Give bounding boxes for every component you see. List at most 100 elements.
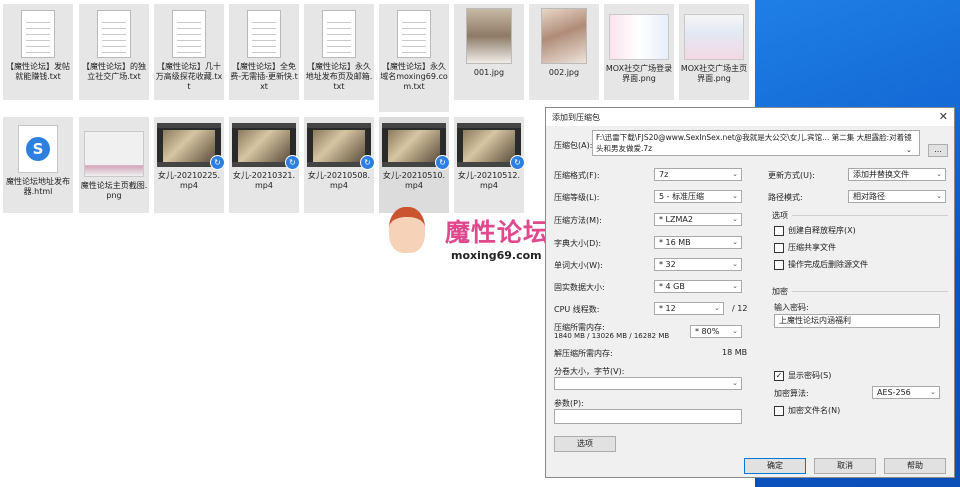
solid-select[interactable]: * 4 GB ⌄ xyxy=(654,280,742,293)
help-button[interactable]: 帮助 xyxy=(884,458,946,474)
html-file-icon: S xyxy=(18,125,58,173)
split-select[interactable]: ⌄ xyxy=(554,377,742,390)
update-select[interactable]: 添加并替换文件 ⌄ xyxy=(848,168,946,181)
file-tile[interactable]: MOX社交广场登录界面.png xyxy=(604,4,674,100)
file-label: 女儿-20210512.mp4 xyxy=(457,171,521,190)
text-file-icon xyxy=(97,10,131,58)
cpu-label: CPU 线程数: xyxy=(554,305,600,314)
file-label: 魔性论坛地址发布器.html xyxy=(6,177,70,196)
encrypt-method-select[interactable]: AES-256 ⌄ xyxy=(872,386,940,399)
text-file-icon xyxy=(247,10,281,58)
format-select[interactable]: 7z ⌄ xyxy=(654,168,742,181)
file-label: 【魔性论坛】发帖就能赚钱.txt xyxy=(6,62,70,81)
encrypt-method-label: 加密算法: xyxy=(774,389,809,398)
options-button[interactable]: 选项 xyxy=(554,436,616,452)
file-label: 女儿-20210225.mp4 xyxy=(157,171,221,190)
file-tile[interactable]: ↻ 女儿-20210508.mp4 xyxy=(304,117,375,213)
method-label: 压缩方法(M): xyxy=(554,216,602,225)
level-select[interactable]: 5 - 标准压缩 ⌄ xyxy=(654,190,742,203)
file-label: 【魔性论坛】全免费-无需插-更新快.txt xyxy=(230,62,298,91)
show-password-checkbox[interactable]: ✓ 显示密码(S) xyxy=(774,370,831,381)
browse-button[interactable]: ... xyxy=(928,144,948,157)
sfx-checkbox[interactable]: 创建自释放程序(X) xyxy=(774,225,856,236)
ok-button[interactable]: 确定 xyxy=(744,458,806,474)
file-tile[interactable]: 【魔性论坛】永久地址发布页及邮箱.txt xyxy=(304,4,374,100)
dict-select[interactable]: * 16 MB ⌄ xyxy=(654,236,742,249)
file-tile[interactable]: ↻ 女儿-20210321.mp4 xyxy=(229,117,300,213)
memory-select[interactable]: * 80% ⌄ xyxy=(690,325,742,338)
dialog-titlebar: 添加到压缩包 ✕ xyxy=(546,108,954,126)
close-icon[interactable]: ✕ xyxy=(939,110,948,123)
image-file-icon xyxy=(609,14,669,60)
cpu-select[interactable]: * 12 ⌄ xyxy=(654,302,724,315)
file-label: 001.jpg xyxy=(473,68,505,77)
dict-label: 字典大小(D): xyxy=(554,239,602,248)
mascot-icon xyxy=(389,207,425,253)
text-file-icon xyxy=(21,10,55,58)
file-label: 【魔性论坛】的独立社交广场.txt xyxy=(82,62,146,81)
image-file-icon xyxy=(684,14,744,60)
file-tile[interactable]: 【魔性论坛】全免费-无需插-更新快.txt xyxy=(229,4,299,100)
file-label: 【魔性论坛】几十万高级探花收藏.txt xyxy=(155,62,223,91)
pathmode-label: 路径模式: xyxy=(768,193,803,202)
file-label: 女儿-20210321.mp4 xyxy=(232,171,296,190)
chevron-down-icon[interactable]: ⌄ xyxy=(906,146,912,154)
file-tile[interactable]: ↻ 女儿-20210512.mp4 xyxy=(454,117,525,213)
format-label: 压缩格式(F): xyxy=(554,171,600,180)
image-file-icon xyxy=(466,8,512,64)
dialog-title: 添加到压缩包 xyxy=(552,113,600,122)
params-input[interactable] xyxy=(554,409,742,424)
archive-path-field[interactable]: F:\迅雷下载\FJS20@www.SexInSex.net@我就是大公交\女儿… xyxy=(592,130,920,156)
file-label: 002.jpg xyxy=(548,68,580,77)
password-input[interactable]: 上魔性论坛内涵福利 xyxy=(774,314,940,328)
text-file-icon xyxy=(322,10,356,58)
file-tile[interactable]: ↻ 女儿-20210225.mp4 xyxy=(154,117,225,213)
file-tile[interactable]: 【魔性论坛】的独立社交广场.txt xyxy=(79,4,149,100)
watermark-url: moxing69.com xyxy=(451,249,542,262)
file-label: MOX社交广场登录界面.png xyxy=(605,64,673,83)
watermark-title: 魔性论坛 xyxy=(445,218,550,247)
file-tile[interactable]: 001.jpg xyxy=(454,4,524,100)
method-select[interactable]: * LZMA2 ⌄ xyxy=(654,213,742,226)
password-label: 输入密码: xyxy=(774,303,809,312)
file-label: 【魔性论坛】永久地址发布页及邮箱.txt xyxy=(305,62,373,91)
file-tile[interactable]: 【魔性论坛】发帖就能赚钱.txt xyxy=(3,4,73,100)
image-file-icon xyxy=(84,131,144,177)
file-tile[interactable]: 【魔性论坛】几十万高级探花收藏.txt xyxy=(154,4,224,100)
split-label: 分卷大小，字节(V): xyxy=(554,367,625,376)
shared-checkbox[interactable]: 压缩共享文件 xyxy=(774,242,836,253)
video-file-icon: ↻ xyxy=(157,123,225,170)
word-label: 单词大小(W): xyxy=(554,261,603,270)
video-file-icon: ↻ xyxy=(382,123,450,170)
video-file-icon: ↻ xyxy=(232,123,300,170)
video-file-icon: ↻ xyxy=(457,123,525,170)
file-tile[interactable]: MOX社交广场主页界面.png xyxy=(679,4,749,100)
video-file-icon: ↻ xyxy=(307,123,375,170)
archive-label: 压缩包(A): xyxy=(554,141,593,150)
delete-source-checkbox[interactable]: 操作完成后删除源文件 xyxy=(774,259,868,270)
memory-detail: 1840 MB / 13026 MB / 16282 MB xyxy=(554,332,670,340)
options-group-divider xyxy=(792,215,948,216)
text-file-icon xyxy=(172,10,206,58)
text-file-icon xyxy=(397,10,431,58)
watermark-logo: 魔性论坛 moxing69.com xyxy=(383,205,558,275)
encrypt-group-divider xyxy=(792,291,948,292)
file-label: 魔性论坛主页截图.png xyxy=(80,181,148,200)
decompress-memory-value: 18 MB xyxy=(722,348,748,357)
pathmode-select[interactable]: 相对路径 ⌄ xyxy=(848,190,946,203)
params-label: 参数(P): xyxy=(554,399,584,408)
file-tile[interactable]: 魔性论坛主页截图.png xyxy=(79,117,149,213)
level-label: 压缩等级(L): xyxy=(554,193,600,202)
cpu-total: / 12 xyxy=(732,304,748,313)
file-label: 女儿-20210510.mp4 xyxy=(382,171,446,190)
file-tile[interactable]: 【魔性论坛】永久域名moxing69.com.txt xyxy=(379,4,449,112)
encrypt-names-checkbox[interactable]: 加密文件名(N) xyxy=(774,405,840,416)
cancel-button[interactable]: 取消 xyxy=(814,458,876,474)
word-select[interactable]: * 32 ⌄ xyxy=(654,258,742,271)
file-tile[interactable]: 002.jpg xyxy=(529,4,599,100)
add-to-archive-dialog: 添加到压缩包 ✕ 压缩包(A): F:\迅雷下载\FJS20@www.SexIn… xyxy=(545,107,955,478)
file-tile[interactable]: ↻ 女儿-20210510.mp4 xyxy=(379,117,450,213)
archive-path-value: F:\迅雷下载\FJS20@www.SexInSex.net@我就是大公交\女儿… xyxy=(596,133,912,153)
decompress-memory-label: 解压缩所需内存: xyxy=(554,349,613,358)
file-tile[interactable]: S 魔性论坛地址发布器.html xyxy=(3,117,73,213)
